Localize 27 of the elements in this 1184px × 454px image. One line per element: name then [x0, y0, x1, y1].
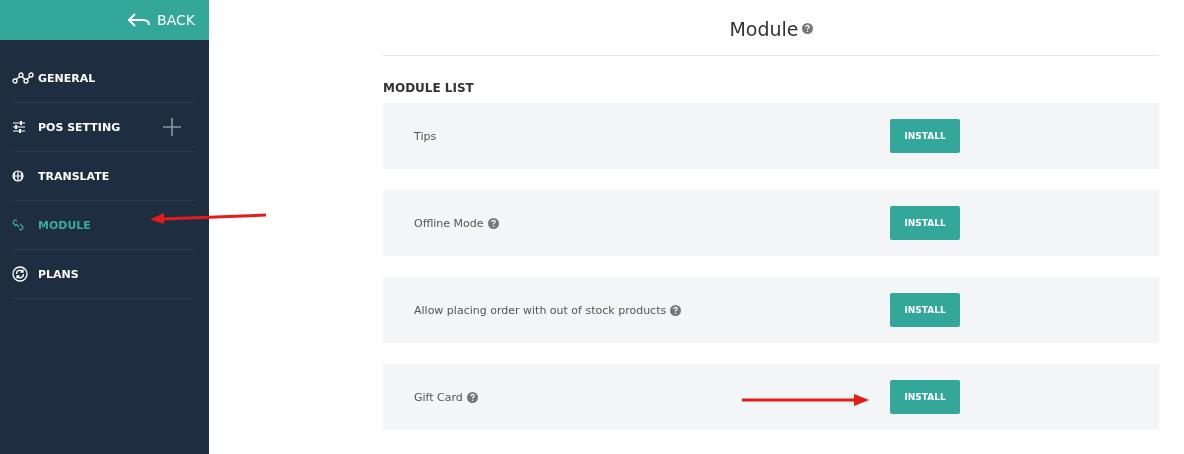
sliders-icon	[12, 121, 26, 133]
back-arrow-icon	[127, 12, 152, 28]
sidebar-item[interactable]: TRANSLATE	[38, 169, 110, 183]
link-icon	[12, 219, 24, 231]
help-icon[interactable]	[670, 304, 682, 316]
refresh-icon	[12, 266, 28, 282]
page-title: Module	[729, 17, 799, 40]
module-name: Tips	[414, 129, 437, 143]
help-icon[interactable]	[466, 391, 478, 403]
sidebar-item[interactable]: POS SETTING	[38, 120, 121, 134]
section-heading: MODULE LIST	[383, 81, 475, 95]
plus-icon[interactable]	[163, 118, 181, 136]
module-name: Allow placing order with out of stock products	[414, 303, 667, 317]
sidebar-item[interactable]: MODULE	[38, 218, 91, 232]
nodes-icon	[12, 72, 34, 84]
sidebar-item[interactable]: GENERAL	[38, 71, 96, 85]
sidebar-item[interactable]: PLANS	[38, 267, 79, 281]
install-button[interactable]: INSTALL	[890, 293, 960, 327]
back-button[interactable]: BACK	[127, 12, 195, 28]
install-button[interactable]: INSTALL	[890, 119, 960, 153]
module-name: Offline Mode	[414, 216, 484, 230]
install-button[interactable]: INSTALL	[890, 206, 960, 240]
globe-icon	[12, 170, 24, 182]
help-icon[interactable]	[487, 217, 499, 229]
install-button[interactable]: INSTALL	[890, 380, 960, 414]
help-icon[interactable]	[801, 23, 813, 34]
module-name: Gift Card	[414, 390, 463, 404]
